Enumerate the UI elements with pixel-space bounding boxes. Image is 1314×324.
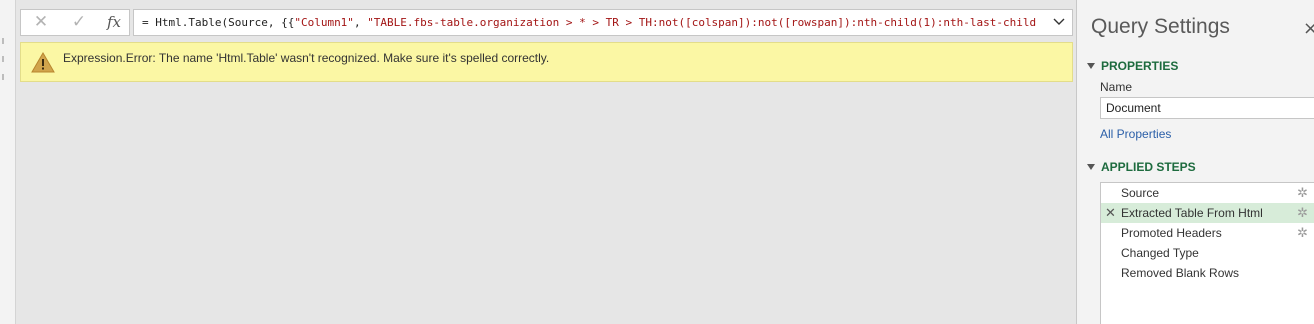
- error-banner: Expression.Error: The name 'Html.Table' …: [20, 42, 1073, 82]
- warning-icon: [31, 52, 55, 73]
- properties-section-header[interactable]: PROPERTIES: [1087, 59, 1178, 73]
- collapse-triangle-icon: [1087, 164, 1095, 170]
- query-name-input[interactable]: Document: [1100, 97, 1314, 119]
- cancel-button[interactable]: ✕: [26, 10, 56, 35]
- gear-icon[interactable]: ✲: [1297, 203, 1308, 223]
- expression-separator: ,: [353, 16, 368, 29]
- query-settings-pane: Query Settings × PROPERTIES Name Documen…: [1077, 0, 1314, 324]
- expression-string: "Column1": [294, 16, 354, 29]
- fx-icon: fx: [106, 13, 121, 31]
- close-icon: ✕: [33, 12, 49, 32]
- delete-step-icon[interactable]: ✕: [1105, 203, 1116, 223]
- formula-input[interactable]: = Html.Table(Source, {{"Column1", "TABLE…: [133, 9, 1073, 36]
- step-label: Promoted Headers: [1121, 226, 1222, 240]
- all-properties-link[interactable]: All Properties: [1100, 127, 1171, 141]
- query-settings-title: Query Settings: [1091, 15, 1230, 38]
- navigator-marker: [2, 56, 4, 62]
- properties-header-label: PROPERTIES: [1101, 59, 1179, 73]
- expression-string: "TABLE.fbs-table.organization > * > TR >…: [367, 16, 1037, 29]
- error-message: Expression.Error: The name 'Html.Table' …: [63, 51, 550, 65]
- expand-formula-button[interactable]: [1046, 10, 1072, 35]
- step-label: Source: [1121, 186, 1160, 200]
- applied-steps-header-label: APPLIED STEPS: [1101, 160, 1196, 174]
- step-extracted-table-from-html[interactable]: ✕ Extracted Table From Html ✲: [1101, 203, 1314, 223]
- formula-buttons: ✕ ✓ fx: [20, 9, 130, 36]
- gear-icon[interactable]: ✲: [1297, 183, 1308, 203]
- left-navigator-strip: [0, 0, 16, 324]
- navigator-marker: [2, 38, 4, 44]
- step-label: Removed Blank Rows: [1121, 266, 1240, 280]
- gear-icon[interactable]: ✲: [1297, 223, 1308, 243]
- confirm-button[interactable]: ✓: [64, 10, 94, 35]
- check-icon: ✓: [71, 12, 87, 32]
- close-pane-button[interactable]: ×: [1303, 18, 1314, 39]
- step-label: Extracted Table From Html: [1121, 206, 1263, 220]
- step-source[interactable]: Source ✲: [1101, 183, 1314, 203]
- navigator-marker: [2, 74, 4, 80]
- formula-bar: ✕ ✓ fx = Html.Table(Source, {{"Column1",…: [20, 9, 1073, 36]
- applied-steps-section-header[interactable]: APPLIED STEPS: [1087, 160, 1196, 174]
- step-label: Changed Type: [1121, 246, 1199, 260]
- applied-steps-list: Source ✲ ✕ Extracted Table From Html ✲ P…: [1100, 182, 1314, 324]
- insert-function-button[interactable]: fx: [99, 10, 129, 35]
- name-label: Name: [1100, 80, 1133, 94]
- step-removed-blank-rows[interactable]: Removed Blank Rows: [1101, 263, 1314, 283]
- step-changed-type[interactable]: Changed Type: [1101, 243, 1314, 263]
- step-promoted-headers[interactable]: Promoted Headers ✲: [1101, 223, 1314, 243]
- chevron-down-icon: [1053, 18, 1065, 25]
- collapse-triangle-icon: [1087, 63, 1095, 69]
- expression-prefix: = Html.Table(Source, {{: [142, 16, 295, 29]
- close-icon: ×: [1303, 18, 1314, 39]
